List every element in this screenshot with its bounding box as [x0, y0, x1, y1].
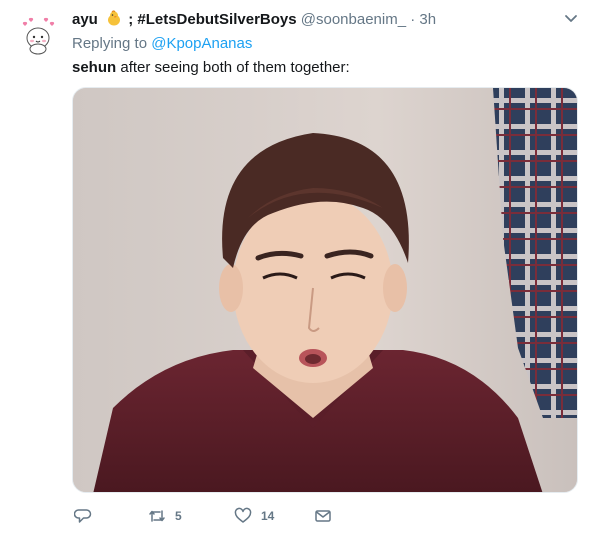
tweet-time[interactable]: 3h [419, 11, 436, 28]
tweet-actions: 5 14 [72, 505, 372, 527]
cartoon-avatar-icon [15, 12, 61, 58]
avatar[interactable] [15, 12, 61, 58]
heart-icon [234, 507, 252, 523]
like-button[interactable]: 14 [234, 505, 274, 527]
tweet-text-bold: sehun [72, 59, 117, 76]
separator: · [410, 11, 416, 28]
reply-mention-link[interactable]: @KpopAnanas [151, 35, 252, 52]
like-count: 14 [261, 509, 275, 523]
retweet-button[interactable]: 5 [148, 505, 182, 527]
tweet-photo[interactable] [72, 87, 578, 493]
reply-button[interactable] [74, 505, 101, 527]
direct-message-button[interactable] [314, 505, 332, 527]
tweet-text: sehun after seeing both of them together… [72, 58, 578, 78]
chevron-down-icon[interactable] [564, 14, 578, 24]
replying-to-label: Replying to [72, 35, 148, 52]
photo-image [73, 88, 577, 492]
author-name[interactable]: ayu [72, 11, 98, 28]
retweet-icon [149, 510, 165, 522]
author-name-suffix[interactable]: ; #LetsDebutSilverBoys [128, 11, 296, 28]
tweet-header: ayu ; #LetsDebutSilverBoys @soonbaenim_ … [72, 10, 550, 30]
author-handle[interactable]: @soonbaenim_ [301, 11, 406, 28]
retweet-count: 5 [175, 509, 182, 523]
tweet[interactable]: ayu ; #LetsDebutSilverBoys @soonbaenim_ … [0, 0, 590, 534]
reply-icon [74, 509, 92, 523]
replying-to: Replying to @KpopAnanas [72, 34, 252, 54]
chick-emoji-icon [108, 10, 121, 26]
tweet-text-rest: after seeing both of them together: [116, 59, 350, 76]
mail-icon [315, 510, 331, 522]
